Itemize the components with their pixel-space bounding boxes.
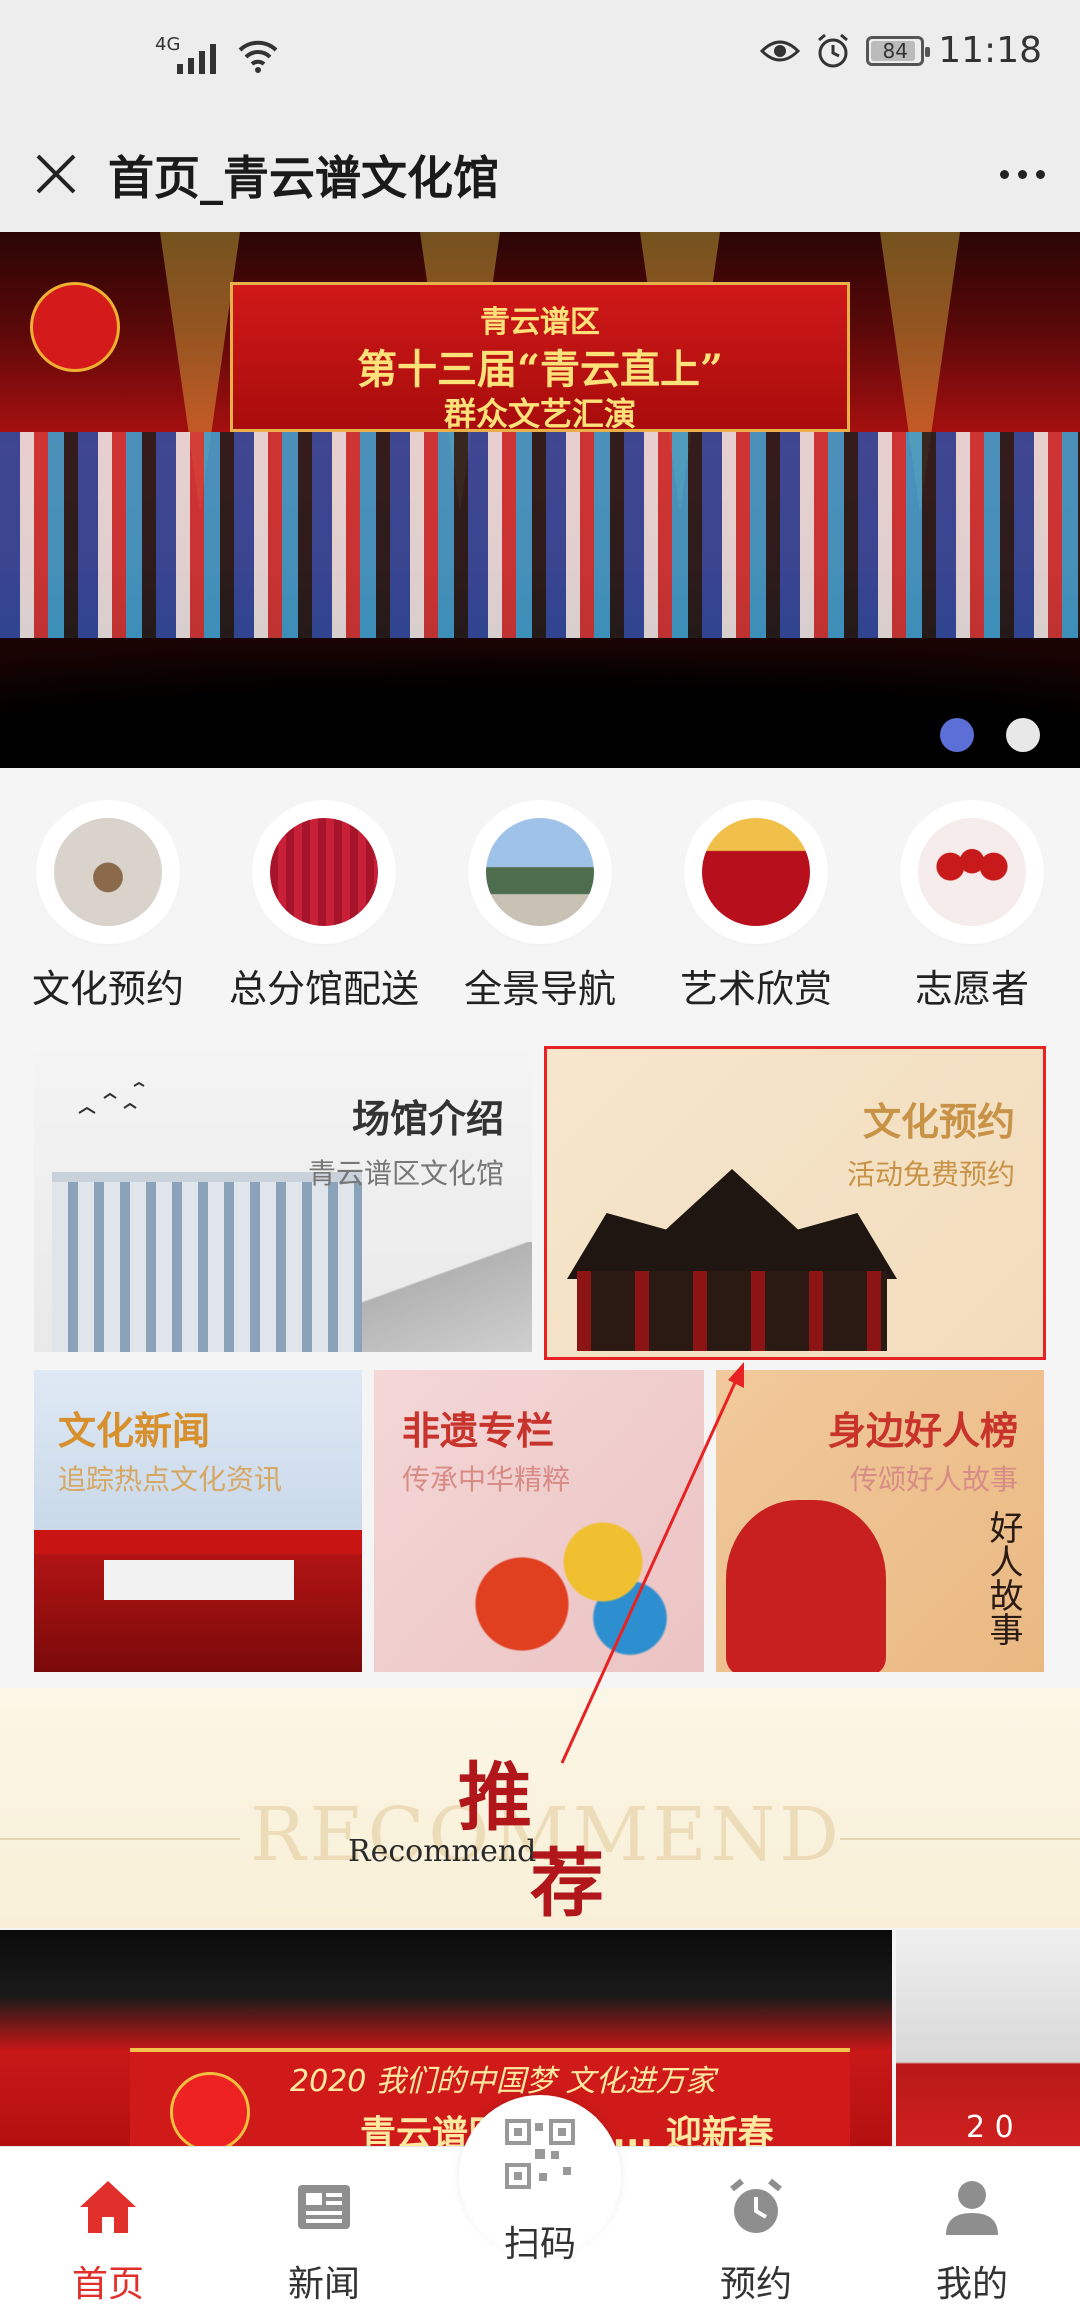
heritage-column-tile[interactable]: 非遗专栏 传承中华精粹 <box>374 1370 704 1672</box>
culture-booking-tile[interactable]: 文化预约 活动免费预约 <box>544 1046 1046 1360</box>
panorama-photo-icon <box>476 808 604 936</box>
news-icon <box>298 2185 350 2229</box>
battery-icon: 84 <box>866 35 931 66</box>
stage-line-1: 青云谱区 <box>480 305 600 340</box>
card-caption: 2020 我们的中国梦 文化进万家 <box>290 2064 716 2099</box>
stage-performers <box>0 432 1080 662</box>
recommend-chinese-2: 荐 <box>530 1841 604 1927</box>
tile-title: 非遗专栏 <box>402 1409 555 1453</box>
cell-signal-icon <box>177 38 216 74</box>
quick-link-panorama[interactable]: 全景导航 <box>432 808 648 1013</box>
quick-link-art[interactable]: 艺术欣赏 <box>648 808 864 1013</box>
bottom-navigation: 首页 新闻 扫码 预约 我的 <box>0 2095 1080 2310</box>
more-dot-icon <box>999 169 1009 179</box>
nav-label: 扫码 <box>503 2224 576 2265</box>
hallway-photo-icon <box>44 808 172 936</box>
alarm-icon <box>818 33 849 67</box>
nav-home[interactable]: 首页 <box>0 2147 216 2310</box>
quick-link-label: 艺术欣赏 <box>679 967 832 1011</box>
building-photo <box>52 1172 362 1352</box>
title-bar: 首页_青云谱文化馆 <box>0 120 1080 232</box>
banner-photo-icon <box>260 808 388 936</box>
nav-news[interactable]: 新闻 <box>216 2147 432 2310</box>
nav-label: 首页 <box>71 2264 144 2305</box>
status-bar: 4G 84 11:18 <box>0 0 1080 120</box>
more-options-button[interactable] <box>992 146 1052 202</box>
tile-title: 文化预约 <box>862 1100 1015 1144</box>
stage-backdrop: 青云谱区 第十三届“青云直上” 群众文艺汇演 <box>230 282 850 433</box>
user-icon <box>946 2181 998 2235</box>
venue-intro-tile[interactable]: 场馆介绍 青云谱区文化馆 <box>34 1052 532 1352</box>
tile-subtitle: 活动免费预约 <box>846 1158 1015 1191</box>
carousel-dot[interactable] <box>1006 718 1040 752</box>
volunteer-photo-icon <box>908 808 1036 936</box>
battery-level: 84 <box>882 38 908 63</box>
quick-link-delivery[interactable]: 总分馆配送 <box>216 808 432 1013</box>
birds-decoration <box>78 1081 145 1114</box>
carousel-dot-active[interactable] <box>940 718 974 752</box>
audience-silhouette <box>0 638 1080 768</box>
recommend-card[interactable]: 2020 我们的中国梦 文化进万家 青云谱区“歌唱 ... 迎新春 <box>0 1930 892 2150</box>
network-type: 4G <box>155 34 181 55</box>
quick-link-label: 文化预约 <box>31 967 184 1011</box>
quick-link-volunteer[interactable]: 志愿者 <box>864 808 1080 1013</box>
more-dot-icon <box>1017 169 1027 179</box>
more-dot-icon <box>1035 169 1045 179</box>
tile-title: 身边好人榜 <box>827 1409 1018 1453</box>
news-photo-banner <box>34 1530 362 1554</box>
stage-line-2: 第十三届“青云直上” <box>356 346 723 393</box>
nav-label: 新闻 <box>287 2264 360 2305</box>
lantern-decoration <box>30 282 120 372</box>
recommend-chinese-1: 推 <box>458 1755 532 1841</box>
quick-links: 文化预约 总分馆配送 全景导航 艺术欣赏 志愿者 <box>0 768 1080 1030</box>
clock: 11:18 <box>938 30 1042 71</box>
scan-button[interactable]: 扫码 <box>459 2095 621 2265</box>
nav-profile[interactable]: 我的 <box>864 2147 1080 2310</box>
stage-line-3: 群众文艺汇演 <box>443 395 636 433</box>
quick-link-label: 全景导航 <box>463 967 616 1011</box>
signal-indicators: 4G <box>155 34 280 74</box>
tile-subtitle: 青云谱区文化馆 <box>307 1157 504 1190</box>
wifi-icon <box>238 40 278 73</box>
card-caption: 2 0 <box>966 2110 1014 2145</box>
tile-title: 场馆介绍 <box>351 1097 504 1141</box>
calligraphy-text: 好人故事 <box>983 1510 1023 1646</box>
nav-label: 预约 <box>719 2264 792 2305</box>
dragon-illustration <box>414 1520 684 1660</box>
alarm-clock-icon <box>730 2178 782 2233</box>
nav-label: 我的 <box>935 2264 1008 2305</box>
tile-subtitle: 传承中华精粹 <box>402 1463 571 1496</box>
culture-news-tile[interactable]: 文化新闻 追踪热点文化资讯 <box>34 1370 362 1672</box>
divider <box>0 1838 240 1840</box>
quick-link-label: 志愿者 <box>914 967 1029 1011</box>
good-people-tile[interactable]: 好人故事 身边好人榜 传颂好人故事 <box>716 1370 1044 1672</box>
page-title: 首页_青云谱文化馆 <box>108 151 499 205</box>
eye-icon <box>760 40 801 61</box>
tile-title: 文化新闻 <box>58 1409 211 1453</box>
pavilion-stage <box>577 1271 887 1351</box>
nav-booking[interactable]: 预约 <box>648 2147 864 2310</box>
recommend-card[interactable]: 2 0 <box>896 1930 1080 2150</box>
carousel-indicator <box>940 718 1040 752</box>
news-photo-screen <box>104 1560 294 1600</box>
close-icon[interactable] <box>28 146 84 202</box>
banner-carousel[interactable]: 青云谱区 第十三届“青云直上” 群众文艺汇演 <box>0 232 1080 768</box>
qr-scan-icon <box>505 2119 575 2189</box>
status-right: 84 11:18 <box>760 30 1042 71</box>
lantern-decoration <box>170 2072 250 2150</box>
portrait-illustration <box>726 1500 886 1672</box>
quick-link-booking[interactable]: 文化预约 <box>0 808 216 1013</box>
theater-photo-icon <box>692 808 820 936</box>
home-icon <box>80 2181 136 2233</box>
recommend-header: RECOMMEND Recommend 推 荐 <box>0 1688 1080 1928</box>
tile-subtitle: 追踪热点文化资讯 <box>58 1463 283 1496</box>
tile-subtitle: 传颂好人故事 <box>849 1463 1018 1496</box>
divider <box>840 1838 1080 1840</box>
quick-link-label: 总分馆配送 <box>228 967 419 1011</box>
